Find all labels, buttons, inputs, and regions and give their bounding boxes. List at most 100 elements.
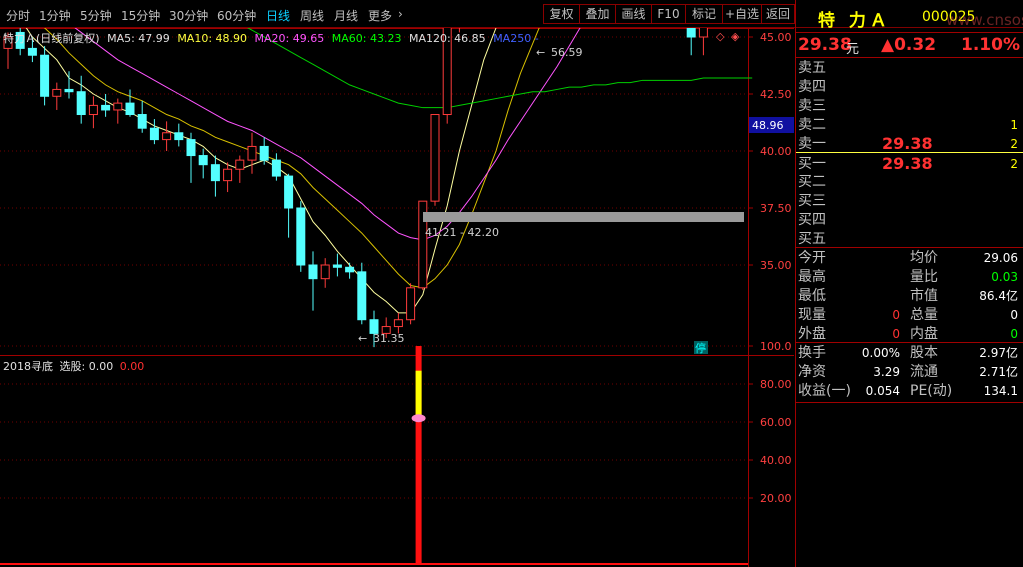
period-weekly[interactable]: 周线 xyxy=(300,7,324,24)
stat-row: 换手 0.00% 股本 2.97亿 xyxy=(798,344,1022,362)
indicator-tick-label: 80.00 xyxy=(760,378,792,391)
candle-body xyxy=(284,175,294,209)
divider xyxy=(796,402,1023,403)
stat-row: 最低 市值 86.4亿 xyxy=(798,287,1022,305)
candle xyxy=(271,153,281,181)
stat-row: 今开 均价 29.06 xyxy=(798,249,1022,267)
range-label: 41.21 - 42.20 xyxy=(425,226,499,239)
candle xyxy=(186,132,196,183)
candle-body xyxy=(88,104,98,116)
candle-body xyxy=(52,88,62,97)
overlay-button[interactable]: 叠加 xyxy=(579,4,616,24)
candle-body xyxy=(332,264,342,268)
order-book-row: 卖一 29.38 2 xyxy=(798,134,1022,153)
quote-panel: 特 力Ａ 000025 www.cnsos.cc 29.38 元 ▲0.32 1… xyxy=(795,0,1023,567)
period-monthly[interactable]: 月线 xyxy=(334,7,358,24)
ma250-label: MA250 - xyxy=(493,32,539,45)
diamond-icon[interactable]: ◇ xyxy=(716,30,724,43)
period-30min[interactable]: 30分钟 xyxy=(169,7,208,24)
more-chevron-icon[interactable]: › xyxy=(398,7,403,21)
book-label: 买三 xyxy=(798,193,826,210)
price-tick-label: 45.00 xyxy=(760,31,792,44)
indicator-select-value: 0.00 xyxy=(119,360,145,373)
candle xyxy=(320,258,330,288)
candle xyxy=(235,155,245,183)
candle-body xyxy=(162,132,172,141)
period-more[interactable]: 更多 xyxy=(368,7,392,24)
stat-value: 3.29 xyxy=(873,364,900,379)
candle xyxy=(174,123,184,147)
signal-dot xyxy=(411,414,426,423)
indicator-tick-label: 60.00 xyxy=(760,416,792,429)
stat-label: 市值 xyxy=(910,287,938,304)
ma10-line xyxy=(44,28,540,289)
low-label: 31.35 xyxy=(373,332,405,345)
candle-body xyxy=(125,102,135,116)
order-book-row: 买一 29.38 2 xyxy=(798,153,1022,173)
stat-row: 净资 3.29 流通 2.71亿 xyxy=(798,363,1022,381)
stat-value: 0 xyxy=(1010,307,1018,322)
price-grid: 55.0052.5050.0047.5045.0042.5040.0037.50… xyxy=(0,31,792,272)
period-intraday[interactable]: 分时 xyxy=(6,7,30,24)
indicator-tick-label: 100.0 xyxy=(760,340,792,353)
diamond-filled-icon[interactable]: ◈ xyxy=(731,30,739,43)
mark-button[interactable]: 标记 xyxy=(685,4,723,24)
divider xyxy=(796,247,1023,248)
period-daily[interactable]: 日线 xyxy=(266,7,290,24)
period-60min[interactable]: 60分钟 xyxy=(217,7,256,24)
candle-body xyxy=(259,145,269,161)
high-label: 56.59 xyxy=(551,46,583,59)
stat-label: 总量 xyxy=(910,306,938,323)
add-watchlist-button[interactable]: +自选 xyxy=(722,4,762,24)
stat-value: 0 xyxy=(892,307,900,322)
f10-button[interactable]: F10 xyxy=(651,4,686,24)
book-label: 卖二 xyxy=(798,116,826,133)
period-15min[interactable]: 15分钟 xyxy=(121,7,160,24)
stop-badge-text: 停 xyxy=(695,341,706,355)
indicator-bar xyxy=(0,346,748,565)
stat-value: 0 xyxy=(892,326,900,341)
candle xyxy=(210,155,220,197)
adjust-button[interactable]: 复权 xyxy=(543,4,580,24)
stat-label: 收益(一) xyxy=(798,382,851,399)
ma5-label: MA5: 47.99 xyxy=(107,32,170,45)
book-label: 卖三 xyxy=(798,97,826,114)
book-label: 卖一 xyxy=(798,135,826,152)
price-tick-label: 37.50 xyxy=(760,202,792,215)
candle xyxy=(137,100,147,133)
candle-body xyxy=(198,155,208,166)
order-book-row: 卖二 1 xyxy=(798,116,1022,134)
book-label: 卖四 xyxy=(798,78,826,95)
price-change-pct: 1.10% xyxy=(961,35,1020,55)
period-5min[interactable]: 5分钟 xyxy=(80,7,112,24)
book-label: 卖五 xyxy=(798,60,826,76)
candle xyxy=(198,148,208,179)
candle-body xyxy=(113,102,123,111)
book-divider xyxy=(796,152,1023,153)
draw-button[interactable]: 画线 xyxy=(615,4,652,24)
candle xyxy=(406,283,416,325)
stat-value: 86.4亿 xyxy=(979,288,1018,303)
candle-body xyxy=(430,114,440,202)
stat-label: 现量 xyxy=(798,306,826,323)
candle-body xyxy=(223,168,233,182)
book-volume: 2 xyxy=(1010,156,1018,171)
indicator-header: 2018寻底 选股: 0.00 0.00 xyxy=(3,358,144,374)
candle-body xyxy=(137,114,147,129)
candle xyxy=(64,71,74,99)
back-button[interactable]: 返回 xyxy=(761,4,795,24)
kline-chart[interactable]: 55.0052.5050.0047.5045.0042.5040.0037.50… xyxy=(0,28,794,567)
book-label: 买四 xyxy=(798,212,826,229)
book-label: 买二 xyxy=(798,174,826,191)
ma-header: 特力Ａ(日线前复权) MA5: 47.99 MA10: 48.90 MA20: … xyxy=(3,30,748,45)
watermark: www.cnsos.cc xyxy=(946,11,1023,29)
low-marker-arrow: ← xyxy=(358,332,367,345)
ma10-label: MA10: 48.90 xyxy=(177,32,248,45)
book-price: 29.38 xyxy=(882,153,933,173)
price-tick-label: 42.50 xyxy=(760,88,792,101)
period-1min[interactable]: 1分钟 xyxy=(39,7,71,24)
book-label: 买一 xyxy=(798,155,826,172)
candles xyxy=(3,28,708,348)
candle-body xyxy=(235,159,245,170)
order-book-row: 卖四 xyxy=(798,78,1022,96)
